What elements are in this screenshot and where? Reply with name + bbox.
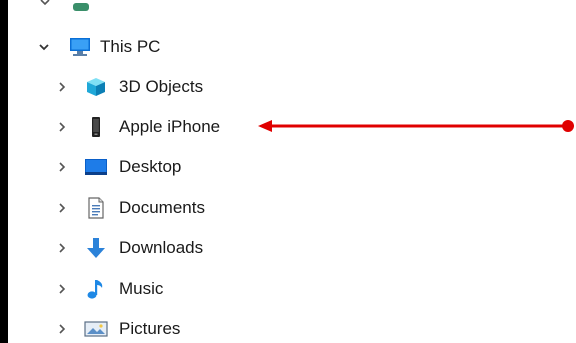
annotation-arrow (258, 120, 574, 132)
chevron-right-icon[interactable] (55, 282, 69, 296)
partial-icon (73, 3, 89, 11)
tree-item-label: Music (119, 279, 164, 298)
chevron-right-icon[interactable] (55, 80, 69, 94)
tree-item-label: Apple iPhone (119, 117, 221, 136)
document-icon (88, 197, 104, 219)
tree-item-pictures[interactable]: Pictures (0, 313, 260, 343)
cube-icon (87, 78, 105, 96)
chevron-right-icon[interactable] (55, 160, 69, 174)
tree-item-apple-iphone[interactable]: Apple iPhone (0, 111, 260, 143)
tree-item-label: Downloads (119, 238, 204, 257)
tree-item-this-pc[interactable]: This PC (0, 31, 200, 63)
chevron-down-icon[interactable] (37, 40, 51, 54)
tree-item-label: 3D Objects (119, 77, 204, 96)
monitor-icon (70, 38, 90, 56)
tree-item-label: Pictures (119, 319, 181, 338)
download-icon (87, 238, 105, 258)
tree-item-label: Desktop (119, 157, 182, 176)
phone-icon (92, 117, 100, 137)
chevron-right-icon[interactable] (55, 241, 69, 255)
chevron-down-icon[interactable] (38, 0, 52, 9)
tree-item-label: This PC (100, 37, 161, 56)
pictures-icon (84, 321, 108, 337)
chevron-right-icon[interactable] (55, 120, 69, 134)
desktop-icon (85, 159, 107, 175)
tree-item-label: Documents (119, 198, 205, 217)
tree-item-downloads[interactable]: Downloads (0, 232, 260, 264)
tree-item-3d-objects[interactable]: 3D Objects (0, 71, 260, 103)
tree-item-music[interactable]: Music (0, 273, 260, 305)
chevron-right-icon[interactable] (55, 322, 69, 336)
file-explorer-navigation-pane: This PC 3D Objects Apple iPhone Desktop … (0, 0, 576, 343)
tree-item-documents[interactable]: Documents (0, 192, 260, 224)
tree-item-desktop[interactable]: Desktop (0, 151, 260, 183)
chevron-right-icon[interactable] (55, 201, 69, 215)
music-icon (87, 280, 103, 299)
